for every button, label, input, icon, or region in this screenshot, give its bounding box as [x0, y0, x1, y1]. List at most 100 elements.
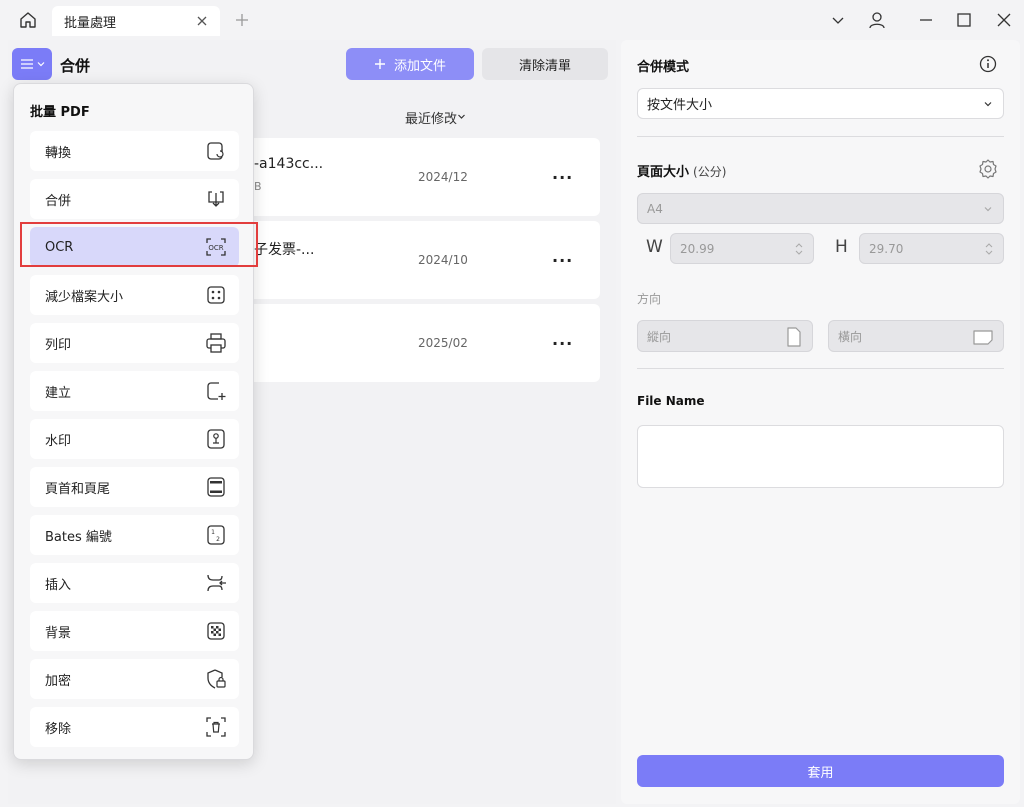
sort-dropdown[interactable]: 最近修改 — [405, 108, 457, 127]
encrypt-icon — [207, 669, 226, 689]
page-size-heading: 頁面大小 (公分) — [637, 161, 726, 180]
menu-item-remove[interactable]: 移除 — [30, 707, 239, 747]
svg-text:1: 1 — [211, 529, 215, 536]
menu-item-merge[interactable]: 合併 — [30, 179, 239, 219]
menu-item-label: 列印 — [45, 337, 72, 353]
merge-mode-label: 合併模式 — [637, 60, 690, 75]
file-name: 子发票-... — [254, 242, 315, 258]
width-field[interactable]: 20.99 — [670, 233, 814, 264]
menu-item-label: Bates 編號 — [45, 529, 112, 545]
menu-item-encrypt[interactable]: 加密 — [30, 659, 239, 699]
menu-item-label: 插入 — [45, 577, 72, 593]
close-window-icon[interactable] — [994, 10, 1014, 30]
settings-panel — [621, 40, 1020, 804]
page-size-unit: (公分) — [693, 165, 727, 179]
create-icon — [207, 382, 226, 400]
tab-label: 批量處理 — [64, 15, 117, 31]
menu-item-create[interactable]: 建立 — [30, 371, 239, 411]
menu-item-label: 頁首和頁尾 — [45, 481, 111, 497]
file-name-input[interactable] — [637, 425, 1004, 488]
tab-batch-process[interactable]: 批量處理 — [52, 6, 220, 36]
file-name-label: File Name — [637, 394, 705, 408]
portrait-option[interactable]: 縱向 — [637, 320, 813, 352]
menu-item-label: 水印 — [45, 433, 72, 449]
file-row[interactable]: -a143cc... B 2024/12 ··· — [240, 138, 600, 216]
gear-icon[interactable] — [977, 158, 999, 180]
more-options-icon[interactable]: ··· — [552, 168, 573, 187]
add-files-label: 添加文件 — [393, 58, 446, 74]
menu-icon — [20, 59, 33, 69]
menu-heading: 批量 PDF — [30, 105, 90, 120]
panel-title: 合併 — [60, 57, 91, 75]
page-size-select[interactable]: A4 — [637, 193, 1004, 224]
menu-item-label: 背景 — [45, 625, 72, 641]
new-tab-icon[interactable] — [232, 10, 252, 30]
menu-item-label: 加密 — [45, 673, 72, 689]
user-icon[interactable] — [867, 10, 887, 30]
stepper-icon — [795, 243, 803, 255]
batch-pdf-menu: 批量 PDF 轉換 合併 OCR OCR 減少檔案大小 列印 建立 水印 頁首和… — [13, 83, 254, 760]
watermark-icon — [207, 429, 225, 449]
add-files-button[interactable]: 添加文件 — [346, 48, 474, 80]
divider — [637, 368, 1004, 369]
compress-icon — [207, 286, 225, 304]
insert-icon — [207, 574, 226, 592]
menu-item-insert[interactable]: 插入 — [30, 563, 239, 603]
portrait-label: 縱向 — [647, 329, 672, 344]
apply-button[interactable]: 套用 — [637, 755, 1004, 787]
menu-item-print[interactable]: 列印 — [30, 323, 239, 363]
chevron-down-icon — [984, 207, 992, 212]
file-date: 2025/02 — [418, 336, 468, 350]
landscape-option[interactable]: 橫向 — [828, 320, 1004, 352]
info-icon[interactable] — [979, 55, 997, 73]
height-label: H — [835, 237, 848, 257]
header-footer-icon — [207, 477, 225, 497]
remove-icon — [206, 717, 226, 737]
file-name: -a143cc... — [254, 156, 324, 172]
menu-item-bates-number[interactable]: Bates 編號 12 — [30, 515, 239, 555]
menu-item-compress[interactable]: 減少檔案大小 — [30, 275, 239, 315]
menu-item-label: 移除 — [45, 721, 72, 737]
menu-item-label: 減少檔案大小 — [45, 289, 124, 305]
minimize-icon[interactable] — [916, 10, 936, 30]
more-options-icon[interactable]: ··· — [552, 251, 573, 270]
landscape-label: 橫向 — [838, 329, 863, 344]
page-size-label: 頁面大小 — [637, 165, 690, 180]
plus-icon — [374, 59, 385, 69]
home-icon[interactable] — [12, 6, 44, 34]
orientation-label: 方向 — [637, 292, 662, 306]
menu-item-watermark[interactable]: 水印 — [30, 419, 239, 459]
stepper-icon — [985, 243, 993, 255]
menu-item-convert[interactable]: 轉換 — [30, 131, 239, 171]
height-field[interactable]: 29.70 — [859, 233, 1004, 264]
merge-mode-select[interactable]: 按文件大小 — [637, 88, 1004, 119]
chevron-down-icon[interactable] — [828, 10, 848, 30]
menu-item-background[interactable]: 背景 — [30, 611, 239, 651]
clear-list-button[interactable]: 清除清單 — [482, 48, 608, 80]
file-size: B — [254, 180, 262, 193]
chevron-down-icon — [37, 62, 44, 67]
width-value: 20.99 — [680, 241, 715, 256]
print-icon — [206, 333, 226, 353]
file-row[interactable]: 子发票-... 2024/10 ··· — [240, 221, 600, 299]
chevron-down-icon — [984, 102, 992, 107]
merge-mode-value: 按文件大小 — [647, 98, 713, 113]
maximize-icon[interactable] — [954, 10, 974, 30]
file-row[interactable]: 2025/02 ··· — [240, 304, 600, 382]
merge-icon — [208, 191, 224, 207]
file-date: 2024/12 — [418, 170, 468, 184]
file-date: 2024/10 — [418, 253, 468, 267]
chevron-down-icon[interactable] — [457, 112, 466, 121]
more-options-icon[interactable]: ··· — [552, 334, 573, 353]
menu-item-label: 合併 — [45, 193, 72, 209]
background-icon — [207, 622, 225, 640]
highlight-box — [20, 222, 258, 267]
convert-icon — [207, 142, 224, 160]
svg-text:2: 2 — [216, 536, 220, 543]
page-size-value: A4 — [647, 201, 663, 216]
portrait-icon — [787, 327, 801, 347]
batch-menu-button[interactable] — [12, 48, 52, 80]
menu-item-label: 建立 — [45, 385, 72, 401]
close-tab-icon[interactable] — [194, 13, 210, 29]
menu-item-header-footer[interactable]: 頁首和頁尾 — [30, 467, 239, 507]
